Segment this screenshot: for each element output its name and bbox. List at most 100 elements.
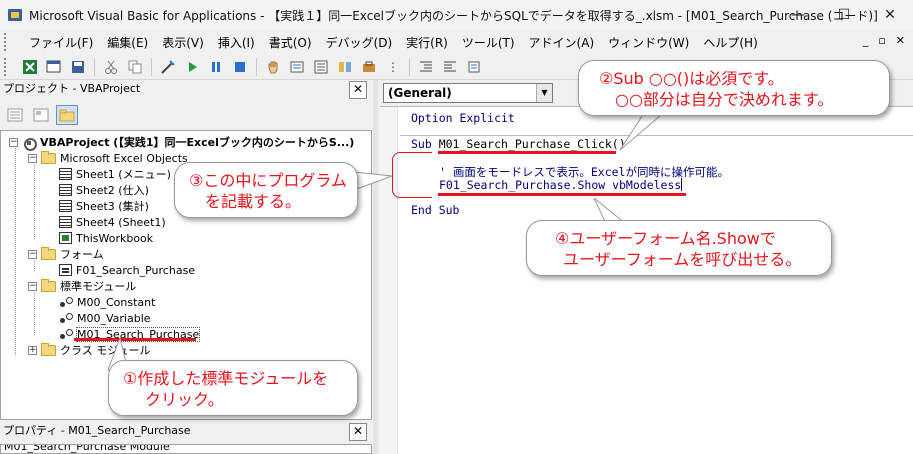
tree-node-excel-objects[interactable]: − Microsoft Excel Objects: [28, 150, 188, 166]
collapse-icon[interactable]: −: [9, 137, 18, 147]
tree-guide: [15, 145, 16, 355]
object-combo-value: (General): [388, 86, 452, 100]
toolbar-overflow-icon[interactable]: ⋮: [383, 57, 403, 77]
menu-run[interactable]: 実行(R): [399, 34, 455, 51]
project-explorer-icon[interactable]: [287, 57, 307, 77]
forms-folder-label: フォーム: [60, 248, 104, 261]
callout-3-tail: [353, 171, 393, 191]
collapse-icon[interactable]: −: [28, 153, 37, 163]
callout-2-line1: ②Sub ○○()は必須です。: [599, 69, 784, 88]
menu-file[interactable]: ファイル(F): [22, 34, 100, 51]
thisworkbook-label: ThisWorkbook: [76, 231, 154, 245]
properties-object-combo[interactable]: M01_Search_Purchase Module: [0, 444, 372, 454]
list-properties-icon[interactable]: [464, 57, 484, 77]
indent-icon[interactable]: [416, 57, 436, 77]
callout-1-line2: クリック。: [145, 390, 224, 409]
properties-object-value: M01_Search_Purchase Module: [4, 444, 170, 453]
callout-1: ①作成した標準モジュールを クリック。: [108, 360, 358, 416]
callout-2: ②Sub ○○()は必須です。 ○○部分は自分で決めれます。: [578, 60, 890, 116]
folder-icon: [41, 342, 56, 356]
tree-node-forms[interactable]: − フォーム: [28, 246, 104, 262]
project-panel-close-button[interactable]: ✕: [349, 81, 367, 99]
collapse-icon[interactable]: −: [28, 249, 37, 259]
tree-node-module-m00-constant[interactable]: M00_Constant: [59, 294, 155, 310]
show-statement: F01_Search_Purchase.Show vbModeless: [439, 178, 682, 192]
menu-window[interactable]: ウィンドウ(W): [601, 34, 696, 51]
run-icon[interactable]: [182, 57, 202, 77]
menu-addins[interactable]: アドイン(A): [522, 34, 602, 51]
design-mode-icon[interactable]: [158, 57, 178, 77]
mdi-restore-button[interactable]: ▫: [878, 34, 885, 47]
save-icon[interactable]: [68, 57, 88, 77]
menu-help[interactable]: ヘルプ(H): [696, 34, 764, 51]
callout-3-line2: を記載する。: [205, 192, 302, 211]
code-line-show: F01_Search_Purchase.Show vbModeless: [439, 178, 683, 192]
sheet4-label: Sheet4 (Sheet1): [76, 215, 166, 229]
expand-icon[interactable]: +: [28, 345, 37, 355]
code-region-bracket: [392, 152, 432, 198]
minimize-button[interactable]: —: [775, 0, 821, 30]
menu-grip-icon[interactable]: [4, 33, 14, 51]
tree-node-modules[interactable]: − 標準モジュール: [28, 278, 136, 294]
tree-node-sheet2[interactable]: Sheet2 (仕入): [59, 182, 149, 198]
hand-icon[interactable]: [263, 57, 283, 77]
folder-icon: [41, 278, 56, 292]
project-panel-header: プロジェクト - VBAProject: [0, 80, 372, 98]
tree-node-sheet3[interactable]: Sheet3 (集計): [59, 198, 149, 214]
menu-view[interactable]: 表示(V): [155, 34, 211, 51]
worksheet-icon: [59, 168, 72, 180]
sheet2-label: Sheet2 (仕入): [76, 184, 149, 197]
panel-splitter[interactable]: [373, 80, 378, 454]
close-button[interactable]: ✕: [867, 0, 913, 30]
tree-node-sheet1[interactable]: Sheet1 (メニュー): [59, 166, 171, 182]
collapse-icon[interactable]: −: [28, 281, 37, 291]
menu-debug[interactable]: デバッグ(D): [319, 34, 400, 51]
object-combo[interactable]: (General) ▼: [383, 83, 553, 103]
project-panel-title: プロジェクト - VBAProject: [3, 82, 141, 95]
menu-insert[interactable]: 挿入(I): [211, 34, 262, 51]
code-editor[interactable]: Option Explicit Sub M01_Search_Purchase_…: [380, 106, 913, 454]
callout-4: ④ユーザーフォーム名.Showで ユーザーフォームを呼び出せる。: [526, 220, 832, 276]
properties-panel-title: プロパティ - M01_Search_Purchase: [3, 424, 191, 437]
toolbar-grip-icon[interactable]: [4, 57, 14, 76]
module-icon: [59, 328, 73, 340]
tree-node-sheet4[interactable]: Sheet4 (Sheet1): [59, 214, 166, 230]
maximize-button[interactable]: ☐: [821, 0, 867, 30]
outdent-icon[interactable]: [440, 57, 460, 77]
properties-panel-close-button[interactable]: ✕: [349, 423, 367, 441]
object-browser-icon[interactable]: [335, 57, 355, 77]
toolbox-icon[interactable]: [359, 57, 379, 77]
copy-icon[interactable]: [125, 57, 145, 77]
properties-window-icon[interactable]: [311, 57, 331, 77]
project-panel-toolbar: [0, 100, 372, 130]
menu-tools[interactable]: ツール(T): [455, 34, 522, 51]
view-object-icon[interactable]: [30, 105, 52, 125]
tree-node-vbaproject[interactable]: − VBAProject (【実践1】同一Excelブック内のシートからS...…: [9, 134, 355, 151]
mdi-minimize-button[interactable]: _: [863, 34, 869, 47]
workbook-icon: [59, 232, 72, 244]
view-code-icon[interactable]: [4, 105, 26, 125]
title-bar: Microsoft Visual Basic for Applications …: [0, 0, 913, 30]
dropdown-arrow-icon[interactable]: ▼: [536, 84, 552, 102]
callout-1-line1: ①作成した標準モジュールを: [123, 369, 329, 388]
folder-icon: [41, 246, 56, 260]
cut-icon[interactable]: [101, 57, 121, 77]
insert-userform-icon[interactable]: [44, 57, 64, 77]
sheet1-label: Sheet1 (メニュー): [76, 168, 171, 181]
worksheet-icon: [59, 216, 72, 228]
tree-node-form-f01[interactable]: F01_Search_Purchase: [59, 262, 195, 278]
reset-icon[interactable]: [230, 57, 250, 77]
vbaproject-label: VBAProject (【実践1】同一Excelブック内のシートからS...): [40, 136, 355, 149]
tree-node-module-m00-variable[interactable]: M00_Variable: [59, 310, 151, 326]
toggle-folders-icon[interactable]: [56, 105, 78, 125]
break-icon[interactable]: [206, 57, 226, 77]
properties-panel-header: プロパティ - M01_Search_Purchase: [0, 422, 372, 440]
tree-node-thisworkbook[interactable]: ThisWorkbook: [59, 230, 153, 246]
view-excel-icon[interactable]: [20, 57, 40, 77]
callout-3: ③この中にプログラム を記載する。: [174, 162, 358, 218]
tree-guide: [34, 289, 35, 335]
window-title: Microsoft Visual Basic for Applications …: [29, 8, 878, 23]
menu-edit[interactable]: 編集(E): [100, 34, 155, 51]
menu-format[interactable]: 書式(O): [262, 34, 319, 51]
mdi-close-button[interactable]: ✕: [896, 34, 905, 47]
